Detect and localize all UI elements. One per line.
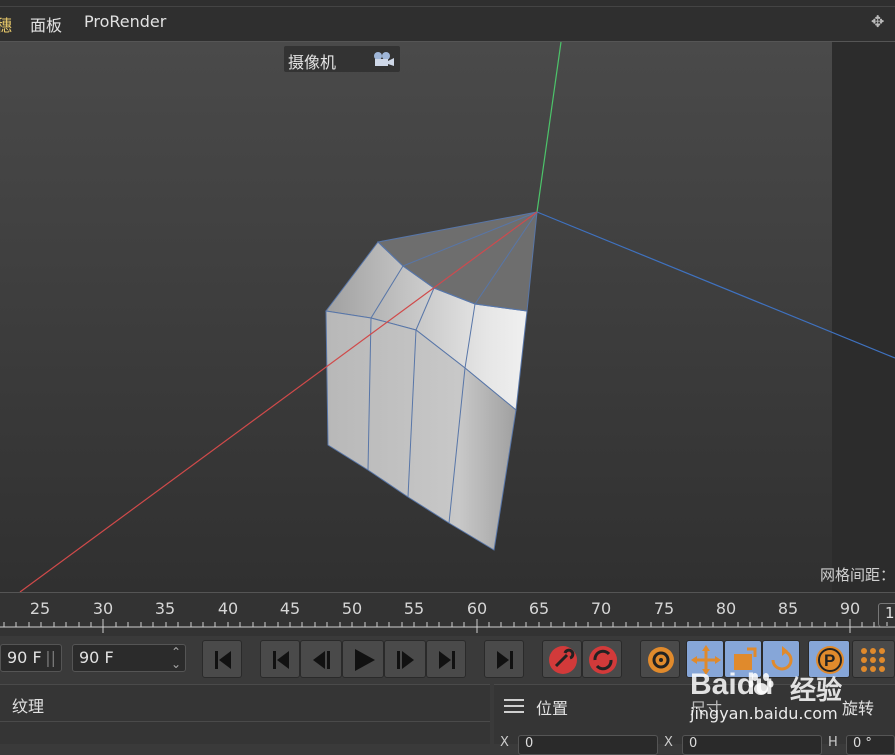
auto-key-icon	[589, 646, 617, 674]
next-key-icon	[439, 651, 455, 669]
tick-label: 80	[715, 599, 737, 618]
current-frame-field[interactable]: 1	[878, 603, 895, 627]
point-level-button[interactable]	[852, 640, 895, 678]
texture-tab[interactable]: 纹理	[12, 693, 44, 717]
position-x-field[interactable]: 0	[518, 735, 658, 755]
tick-label: 75	[653, 599, 675, 618]
svg-text:P: P	[824, 651, 835, 670]
tick-label: 70	[590, 599, 612, 618]
menu-bar-divider	[0, 6, 895, 7]
tick-label: 85	[777, 599, 799, 618]
previous-key-button[interactable]	[260, 640, 300, 678]
watermark-cn: 经验	[790, 676, 843, 706]
camera-label-text: 摄像机	[288, 53, 337, 72]
tick-label: 25	[29, 599, 51, 618]
go-to-start-icon	[215, 651, 231, 669]
grid-spacing-label: 网格间距：	[820, 566, 895, 584]
play-icon	[355, 649, 375, 671]
camera-icon	[374, 52, 394, 66]
field-grip-icon: ||	[45, 648, 56, 667]
record-keys-button[interactable]	[542, 640, 582, 678]
tick-label: 40	[217, 599, 239, 618]
material-panel: 纹理	[0, 684, 490, 744]
axis-z-line	[536, 211, 895, 359]
end-frame-value: 90 F	[79, 648, 114, 667]
start-frame-field[interactable]: 90 F ||	[0, 644, 62, 672]
axis-y-line	[536, 42, 562, 213]
hamburger-menu-icon[interactable]	[504, 699, 524, 715]
menu-item-panel[interactable]: 面板	[30, 12, 62, 36]
gear-icon	[648, 647, 674, 673]
tick-label: 45	[279, 599, 301, 618]
tick-label: 55	[403, 599, 425, 618]
stepper-icon[interactable]: ⌃ ⌄	[171, 646, 181, 670]
panel-divider	[0, 721, 490, 722]
size-x-field[interactable]: 0	[682, 735, 822, 755]
tick-label: 65	[528, 599, 550, 618]
menu-bar: 穗 面板 ProRender ✥	[0, 0, 895, 42]
start-frame-value: 90 F	[7, 648, 42, 667]
next-frame-button[interactable]	[384, 640, 426, 678]
tick-label: 60	[466, 599, 488, 618]
keyframe-settings-button[interactable]	[640, 640, 680, 678]
camera-selector[interactable]: 摄像机	[284, 46, 400, 72]
auto-key-button[interactable]	[582, 640, 622, 678]
key-record-icon	[549, 646, 577, 674]
tick-label: 35	[154, 599, 176, 618]
tick-label: 90	[839, 599, 861, 618]
ruler-ticks	[0, 619, 895, 633]
play-button[interactable]	[342, 640, 384, 678]
position-header: 位置	[536, 699, 569, 718]
go-to-end-button[interactable]	[484, 640, 524, 678]
previous-frame-button[interactable]	[300, 640, 342, 678]
watermark-url: jingyan.baidu.com	[690, 704, 838, 723]
tick-label: 30	[92, 599, 114, 618]
next-frame-icon	[397, 651, 414, 669]
dots-grid-icon	[861, 648, 885, 672]
3d-viewport[interactable]: 摄像机 网格间距：	[0, 42, 895, 592]
move-handle-icon[interactable]: ✥	[871, 12, 891, 32]
rotation-h-field[interactable]: 0 °	[846, 735, 895, 755]
rotation-header: 旋转	[842, 699, 875, 718]
go-to-end-icon	[497, 651, 513, 669]
previous-frame-icon	[313, 651, 330, 669]
timeline-ruler[interactable]: 25 30 35 40 45 50 55 60 65 70 75 80 85 9…	[0, 592, 895, 636]
tick-label: 50	[341, 599, 363, 618]
menu-item-prorender[interactable]: ProRender	[84, 12, 166, 31]
menu-item-partial[interactable]: 穗	[0, 12, 12, 36]
go-to-start-button[interactable]	[202, 640, 242, 678]
paw-icon	[748, 673, 774, 695]
previous-key-icon	[273, 651, 289, 669]
next-key-button[interactable]	[426, 640, 466, 678]
end-frame-field[interactable]: 90 F ⌃ ⌄	[72, 644, 186, 672]
viewport-scene[interactable]	[0, 42, 895, 592]
